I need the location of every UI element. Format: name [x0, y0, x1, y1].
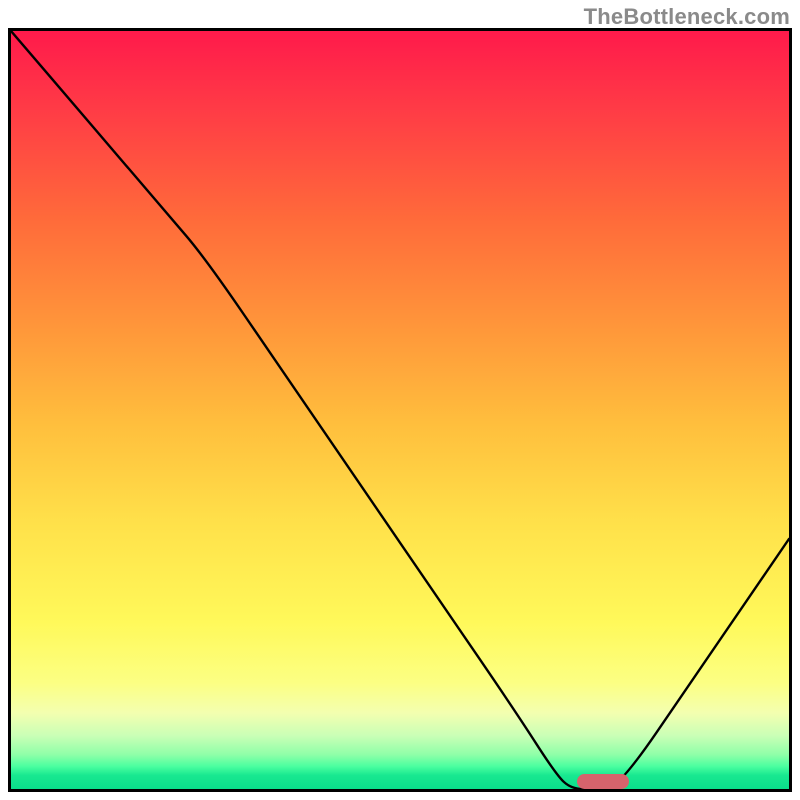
chart-canvas: [8, 28, 792, 792]
bottleneck-curve: [11, 31, 789, 789]
watermark-text: TheBottleneck.com: [584, 4, 790, 30]
optimum-marker: [577, 774, 629, 789]
